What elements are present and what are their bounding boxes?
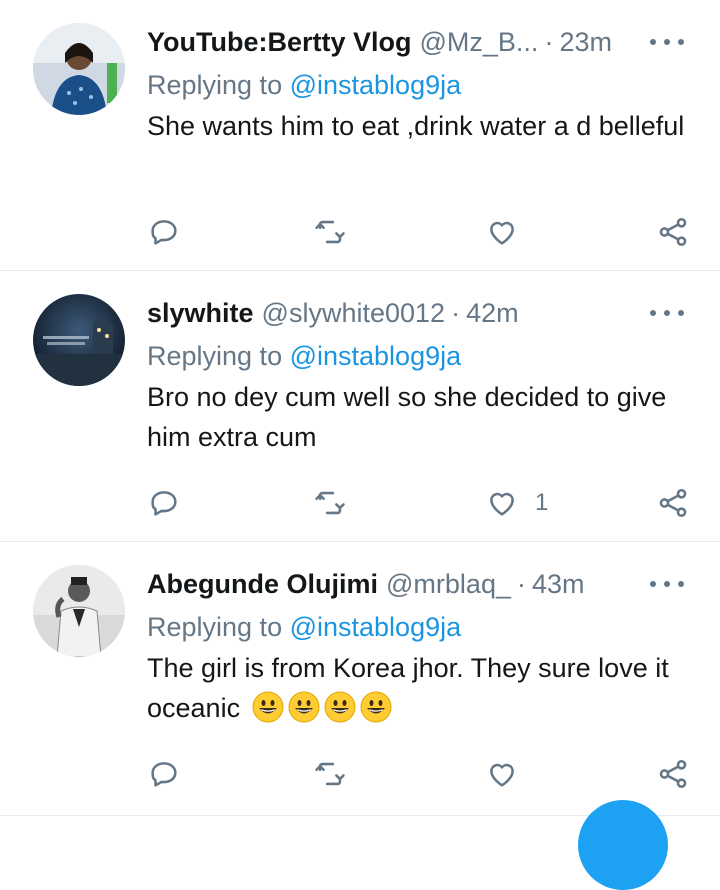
tweet-text: She wants him to eat ,drink water a d be…: [147, 111, 685, 141]
tweet-actions: 1: [147, 483, 690, 523]
avatar[interactable]: [33, 294, 125, 386]
separator: ·: [544, 26, 554, 57]
reply-button[interactable]: [147, 754, 181, 794]
timestamp[interactable]: 43m: [532, 569, 585, 600]
retweet-button[interactable]: [313, 754, 347, 794]
display-name[interactable]: Abegunde Olujimi: [147, 569, 378, 600]
share-icon: [659, 488, 687, 518]
replying-prefix: Replying to: [147, 341, 290, 371]
more-icon[interactable]: [650, 34, 684, 50]
more-icon[interactable]: [650, 305, 684, 321]
like-button[interactable]: 1: [485, 483, 548, 523]
reply-icon: [151, 491, 177, 516]
user-handle[interactable]: @slywhite0012: [262, 298, 446, 329]
replying-to: Replying to @instablog9ja: [147, 70, 690, 106]
retweet-button[interactable]: [313, 212, 347, 252]
reply-button[interactable]: [147, 483, 181, 523]
share-button[interactable]: [656, 483, 690, 523]
reply-icon: [151, 762, 177, 787]
avatar[interactable]: [33, 565, 125, 657]
like-icon: [490, 221, 514, 245]
tweet-actions: [147, 212, 690, 252]
share-button[interactable]: [656, 754, 690, 794]
like-icon: [490, 492, 514, 516]
share-button[interactable]: [656, 212, 690, 252]
display-name[interactable]: YouTube:Bertty Vlog: [147, 27, 412, 58]
grinning-face-emoji: [324, 691, 356, 723]
separator: ·: [516, 568, 526, 599]
reply-button[interactable]: [147, 212, 181, 252]
more-icon[interactable]: [650, 576, 684, 592]
timestamp[interactable]: 23m: [559, 27, 612, 58]
tweet-1[interactable]: YouTube:Bertty Vlog @Mz_B... · 23m Reply…: [0, 0, 720, 271]
like-icon: [490, 763, 514, 787]
retweet-button[interactable]: [313, 483, 347, 523]
tweet-text: Bro no dey cum well so she decided to gi…: [147, 382, 667, 452]
like-button[interactable]: [485, 754, 535, 794]
tweet-header: YouTube:Bertty Vlog @Mz_B... · 23m: [147, 20, 690, 64]
tweet-header: Abegunde Olujimi @mrblaq_ · 43m: [147, 562, 690, 606]
compose-fab-button[interactable]: [578, 800, 668, 890]
tweet-3[interactable]: Abegunde Olujimi @mrblaq_ · 43m Replying…: [0, 542, 720, 816]
display-name[interactable]: slywhite: [147, 298, 254, 329]
replying-to: Replying to @instablog9ja: [147, 612, 690, 648]
tweet-2[interactable]: slywhite @slywhite0012 · 42m Replying to…: [0, 271, 720, 542]
replying-prefix: Replying to: [147, 70, 290, 100]
user-handle[interactable]: @mrblaq_: [386, 569, 511, 600]
like-count: 1: [535, 489, 549, 516]
like-button[interactable]: [485, 212, 535, 252]
user-handle[interactable]: @Mz_B...: [420, 27, 539, 58]
replying-to: Replying to @instablog9ja: [147, 341, 690, 377]
reply-icon: [151, 220, 177, 245]
retweet-icon: [315, 491, 345, 515]
retweet-icon: [315, 762, 345, 786]
share-icon: [659, 217, 687, 247]
avatar[interactable]: [33, 23, 125, 115]
tweet-actions: [147, 754, 690, 794]
emoji-group: [240, 691, 392, 723]
tweet-text: The girl is from Korea jhor. They sure l…: [147, 648, 690, 728]
mention-link[interactable]: @instablog9ja: [290, 341, 462, 371]
mention-link[interactable]: @instablog9ja: [290, 70, 462, 100]
grinning-face-emoji: [288, 691, 320, 723]
timestamp[interactable]: 42m: [466, 298, 519, 329]
retweet-icon: [315, 220, 345, 244]
mention-link[interactable]: @instablog9ja: [290, 612, 462, 642]
grinning-face-emoji: [252, 691, 284, 723]
tweet-text-content: The girl is from Korea jhor. They sure l…: [147, 653, 669, 723]
separator: ·: [451, 297, 461, 328]
replying-prefix: Replying to: [147, 612, 290, 642]
grinning-face-emoji: [360, 691, 392, 723]
share-icon: [659, 759, 687, 789]
tweet-header: slywhite @slywhite0012 · 42m: [147, 291, 690, 335]
